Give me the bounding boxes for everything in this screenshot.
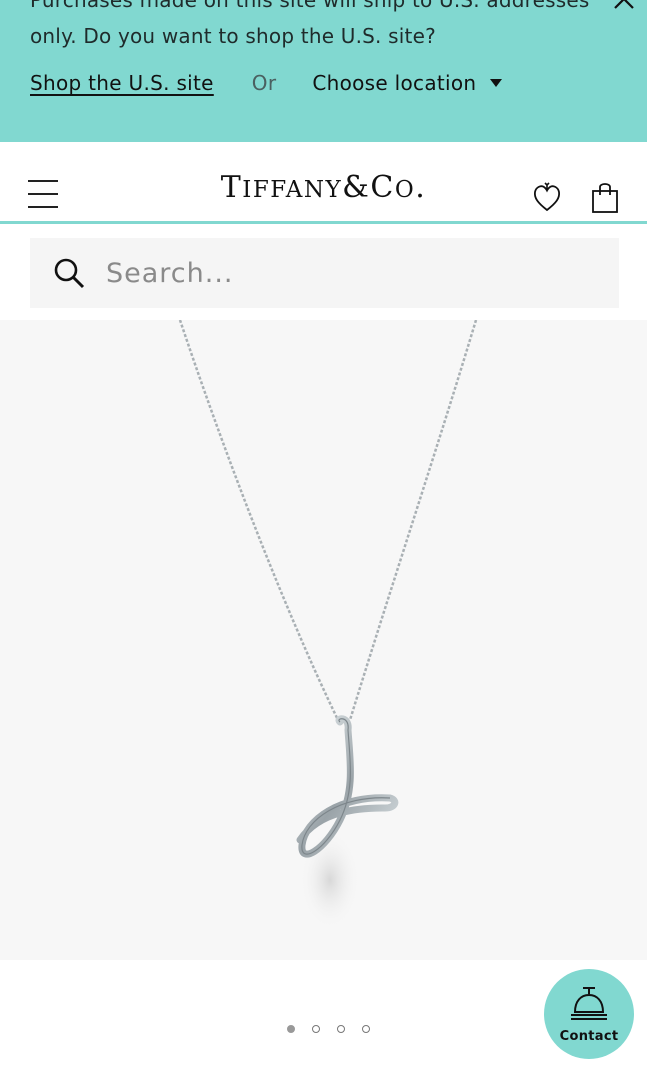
banner-links: Shop the U.S. site Or Choose location — [30, 68, 503, 98]
carousel-dot[interactable] — [312, 1025, 320, 1033]
search-input[interactable] — [104, 256, 588, 290]
choose-location-dropdown[interactable]: Choose location — [312, 71, 503, 95]
site-header: TIFFANY&CO. — [0, 142, 647, 224]
carousel-dot[interactable] — [287, 1025, 295, 1033]
ship-notice-line-1: Purchases made on this site will ship to… — [30, 0, 590, 12]
ship-notice-text: Purchases made on this site will ship to… — [30, 0, 620, 54]
service-bell-icon — [569, 985, 609, 1027]
contact-label: Contact — [559, 1028, 619, 1044]
carousel-dot[interactable] — [362, 1025, 370, 1033]
or-text: Or — [251, 71, 277, 95]
caret-down-icon — [490, 79, 503, 87]
hamburger-line — [28, 206, 58, 208]
contact-button[interactable]: Contact — [544, 969, 634, 1059]
ship-notice-line-2: only. Do you want to shop the U.S. site? — [30, 24, 436, 48]
letter-j-pendant-necklace-image — [178, 320, 478, 930]
carousel-dot[interactable] — [337, 1025, 345, 1033]
search-icon[interactable] — [52, 256, 86, 290]
choose-location-label: Choose location — [312, 71, 477, 95]
shopping-bag-icon[interactable] — [590, 180, 620, 214]
wishlist-heart-icon[interactable] — [532, 180, 562, 214]
shop-us-site-link[interactable]: Shop the U.S. site — [30, 71, 214, 95]
search-bar[interactable] — [30, 238, 619, 308]
product-image[interactable] — [0, 320, 647, 960]
ship-notice-banner: Purchases made on this site will ship to… — [0, 0, 647, 142]
close-icon[interactable] — [611, 0, 637, 12]
